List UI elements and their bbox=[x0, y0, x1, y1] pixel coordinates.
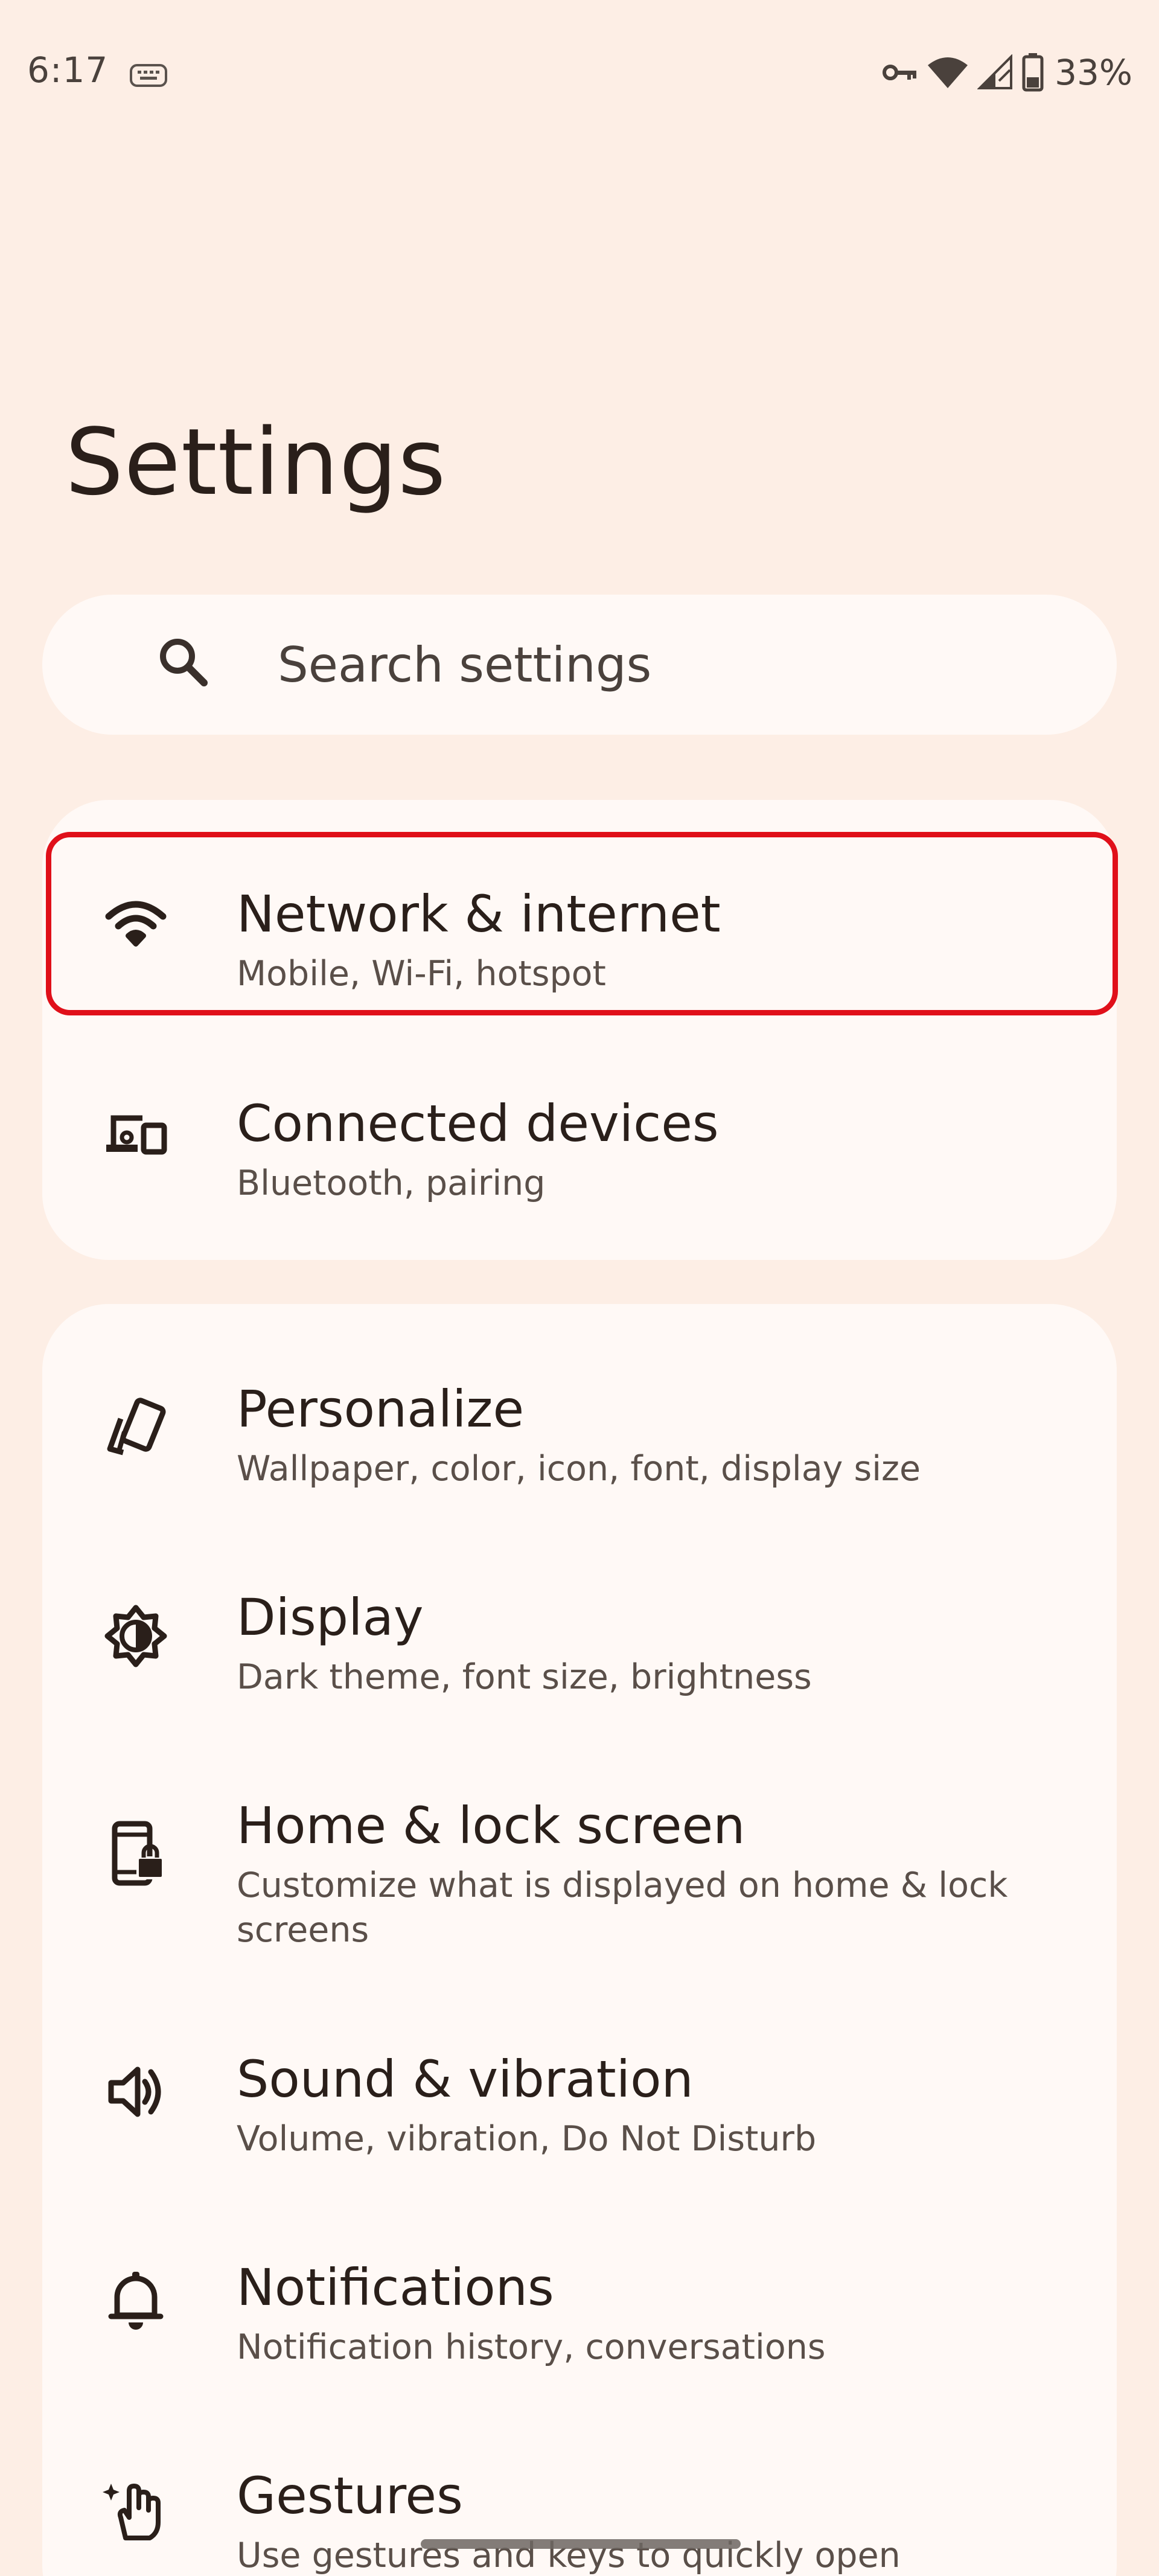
connected-devices-icon bbox=[103, 1100, 169, 1166]
item-title: Notifications bbox=[237, 2258, 554, 2317]
settings-item-notifications[interactable]: Notifications Notification history, conv… bbox=[42, 2207, 1117, 2400]
item-title: Sound & vibration bbox=[237, 2050, 694, 2109]
item-title: Network & internet bbox=[237, 884, 721, 944]
page-title: Settings bbox=[65, 409, 447, 516]
search-icon bbox=[156, 634, 210, 689]
status-icons: 33% bbox=[882, 47, 1132, 98]
gesture-hand-icon bbox=[103, 2475, 169, 2542]
item-subtitle: Customize what is displayed on home & lo… bbox=[237, 1865, 1008, 1950]
settings-group-device: Personalize Wallpaper, color, icon, font… bbox=[42, 1304, 1117, 2576]
item-title: Personalize bbox=[237, 1379, 525, 1439]
item-subtitle: Bluetooth, pairing bbox=[237, 1163, 546, 1203]
navigation-handle[interactable] bbox=[421, 2539, 741, 2549]
status-bar: 6:17 33% bbox=[0, 36, 1159, 109]
wifi-icon bbox=[103, 890, 169, 956]
bell-icon bbox=[103, 2267, 169, 2333]
keyboard-icon bbox=[129, 63, 168, 88]
cellular-signal-icon bbox=[977, 54, 1014, 91]
settings-group-connectivity: Network & internet Mobile, Wi-Fi, hotspo… bbox=[42, 800, 1117, 1260]
item-subtitle: Notification history, conversations bbox=[237, 2327, 826, 2367]
status-time: 6:17 bbox=[27, 50, 109, 91]
volume-icon bbox=[103, 2059, 169, 2125]
item-title: Home & lock screen bbox=[237, 1796, 746, 1855]
item-subtitle: Wallpaper, color, icon, font, display si… bbox=[237, 1449, 921, 1489]
search-bar[interactable] bbox=[42, 595, 1117, 735]
item-title: Connected devices bbox=[237, 1094, 719, 1153]
settings-screen: 6:17 33% Settings Search settings Networ… bbox=[0, 0, 1159, 2576]
settings-item-network-internet[interactable]: Network & internet Mobile, Wi-Fi, hotspo… bbox=[42, 832, 1117, 1015]
settings-item-home-lock-screen[interactable]: Home & lock screen Customize what is dis… bbox=[42, 1745, 1117, 1980]
item-title: Gestures bbox=[237, 2466, 463, 2525]
item-subtitle: Mobile, Wi-Fi, hotspot bbox=[237, 954, 606, 994]
battery-icon bbox=[1022, 53, 1044, 92]
brightness-icon bbox=[103, 1603, 169, 1669]
item-subtitle: Volume, vibration, Do Not Disturb bbox=[237, 2119, 817, 2159]
wifi-icon bbox=[927, 54, 969, 91]
item-subtitle: Dark theme, font size, brightness bbox=[237, 1657, 812, 1697]
settings-item-personalize[interactable]: Personalize Wallpaper, color, icon, font… bbox=[42, 1328, 1117, 1521]
battery-percent: 33% bbox=[1055, 52, 1132, 93]
phone-lock-icon bbox=[103, 1820, 169, 1887]
settings-item-display[interactable]: Display Dark theme, font size, brightnes… bbox=[42, 1536, 1117, 1730]
item-title: Display bbox=[237, 1588, 424, 1647]
vpn-key-icon bbox=[882, 60, 918, 85]
settings-item-sound-vibration[interactable]: Sound & vibration Volume, vibration, Do … bbox=[42, 1998, 1117, 2191]
palette-icon bbox=[103, 1395, 169, 1461]
settings-item-connected-devices[interactable]: Connected devices Bluetooth, pairing bbox=[42, 1041, 1117, 1224]
settings-item-gestures[interactable]: Gestures Use gestures and keys to quickl… bbox=[42, 2415, 1117, 2576]
search-input[interactable] bbox=[278, 627, 1062, 702]
